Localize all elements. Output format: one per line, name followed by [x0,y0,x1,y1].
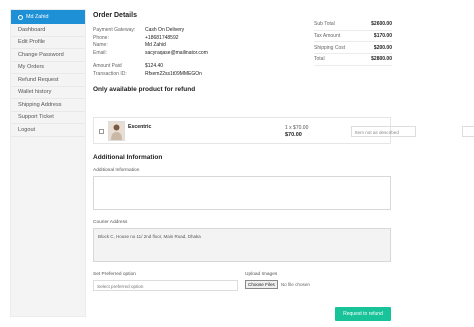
choose-files-button[interactable]: Choose Files [245,280,278,289]
sidebar-item-edit-profile[interactable]: Edit Profile [11,37,85,49]
sidebar-item-dashboard[interactable]: Dashboard [11,24,85,37]
courier-address-textarea[interactable]: Block C, House no 11/ 2nd floor, Main Ro… [93,228,391,262]
additional-info-textarea[interactable] [93,176,391,210]
sidebar-item-shipping-address[interactable]: Shipping Address [11,99,85,112]
product-select-checkbox[interactable] [99,129,104,134]
sidebar-item-support-ticket[interactable]: Support Ticket [11,112,85,124]
product-price: $70.00 [285,132,302,138]
refund-product-row: Escentric 1 x $70.00 $70.00 Item not as … [93,117,474,144]
sidebar-item-change-password[interactable]: Change Password [11,49,85,62]
product-image [108,121,125,141]
product-name: Escentric [128,124,152,130]
courier-address-value: Block C, House no 11/ 2nd floor, Main Ro… [98,234,201,239]
summary-subtotal: Sub Total $2600.00 [314,19,392,31]
person-photo-icon [111,124,122,140]
refund-section-title: Only available product for refund [93,85,196,93]
user-icon [18,14,23,20]
order-summary: Sub Total $2600.00 Tax Amount $170.00 Ship… [314,19,392,66]
summary-shipping: Shipping Cost $200.00 [314,42,392,55]
order-details-title: Order Details [93,12,137,19]
summary-total: Total $2800.00 [314,54,392,66]
sidebar-user-name: Md Zahid [26,14,49,20]
additional-info-label: Additional Information [93,168,140,173]
refund-qty-input[interactable]: 1 [462,126,474,137]
request-refund-button[interactable]: Request to refund [335,307,391,321]
sidebar-item-refund-request[interactable]: Refund Request [11,74,85,87]
product-qty-price: 1 x $70.00 [285,125,309,131]
summary-tax: Tax Amount $170.00 [314,31,392,43]
sidebar-item-my-orders[interactable]: My Orders [11,62,85,74]
sidebar-user-header[interactable]: Md Zahid [11,10,85,24]
sidebar-item-logout[interactable]: Logout [11,124,85,137]
additional-info-title: Additional Information [93,154,163,161]
account-sidebar: Md Zahid Dashboard Edit Profile Change P… [10,9,86,317]
upload-images-input[interactable]: Choose Files No file chosen [245,279,310,290]
preferred-option-select[interactable]: Select preferred option [93,280,238,291]
detail-transaction-id: Transaction ID: Rfxem22ss1t09MMEGOn [93,70,202,77]
upload-images-label: Upload Images [245,272,278,277]
preferred-option-label: Set Preferred option [93,272,136,277]
courier-address-label: Courier Address [93,220,128,225]
no-file-text: No file chosen [280,282,310,287]
refund-reason-select[interactable]: Item not as described [351,126,416,137]
sidebar-item-wallet-history[interactable]: Wallet history [11,87,85,99]
